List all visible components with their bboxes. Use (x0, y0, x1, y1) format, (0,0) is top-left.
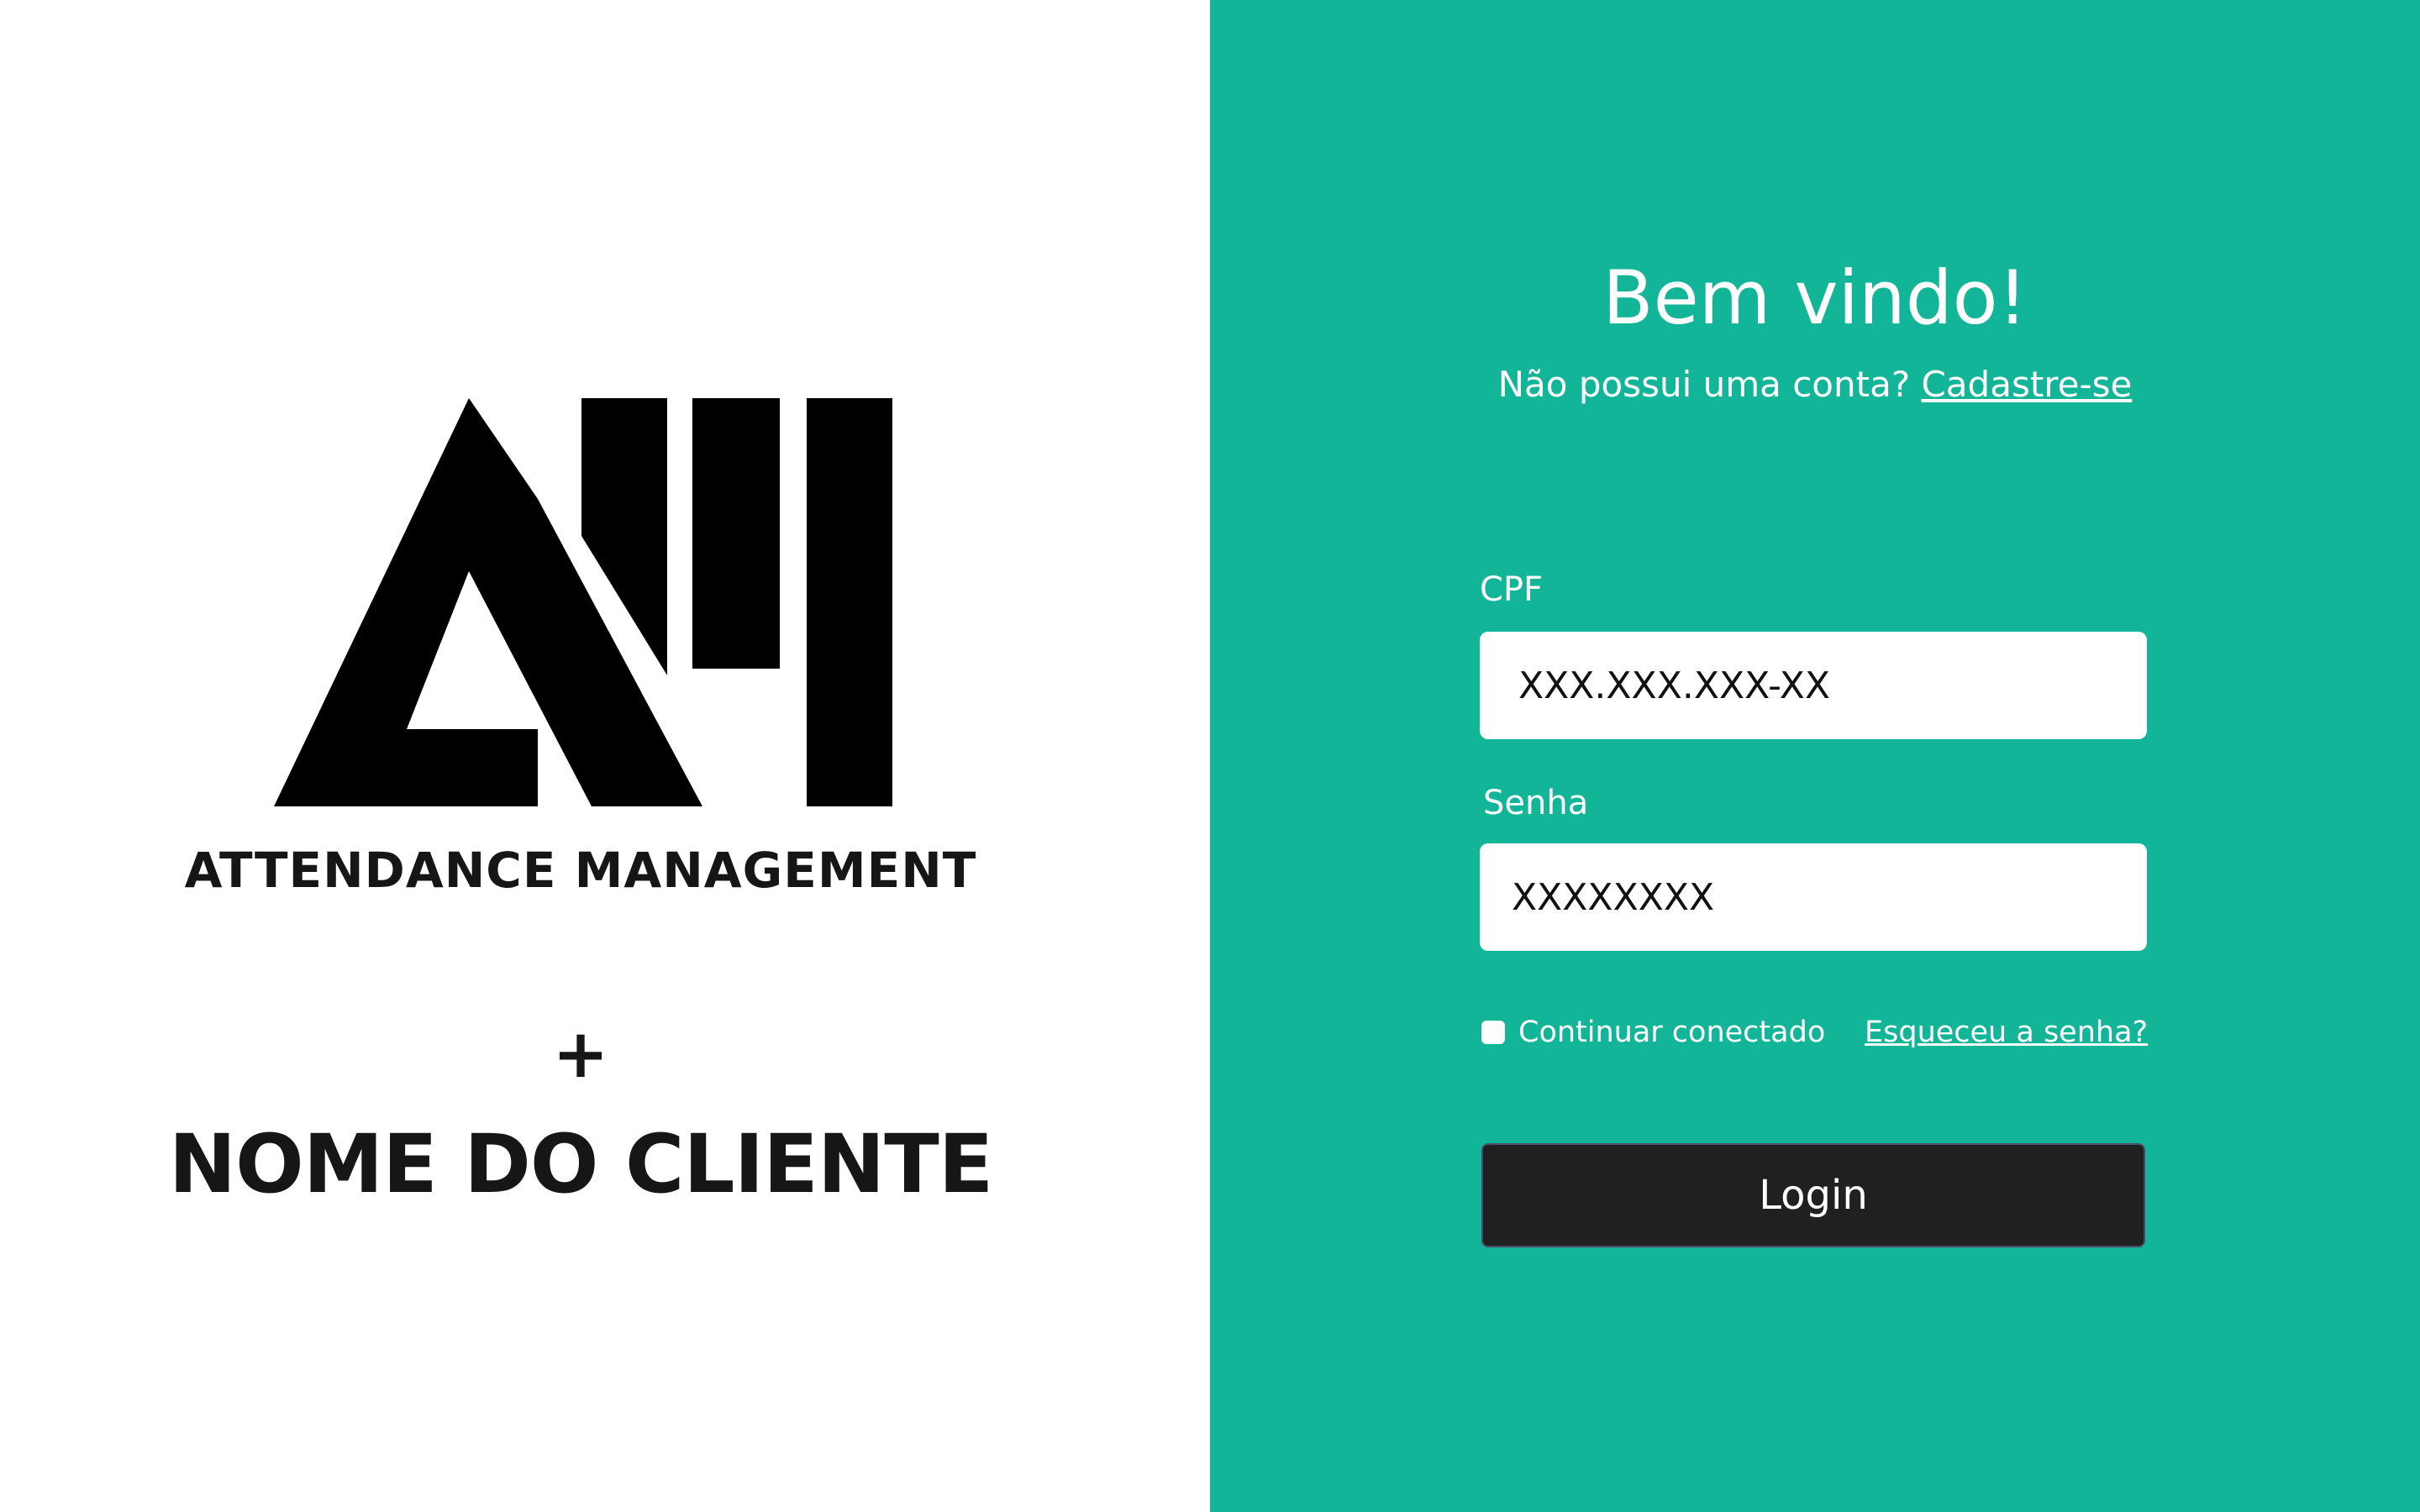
client-name: NOME DO CLIENTE (168, 1117, 994, 1211)
login-panel: Bem vindo! Não possui uma conta? Cadastr… (1210, 0, 2420, 1512)
login-button[interactable]: Login (1481, 1143, 2145, 1247)
brand-panel: ATTENDANCE MANAGEMENT + NOME DO CLIENTE (0, 0, 1210, 1512)
brand-tagline: ATTENDANCE MANAGEMENT (184, 842, 977, 899)
password-input[interactable] (1480, 843, 2147, 951)
login-options: Continuar conectado Esqueceu a senha? (1480, 1011, 2148, 1053)
login-page: ATTENDANCE MANAGEMENT + NOME DO CLIENTE … (0, 0, 2420, 1512)
signup-link[interactable]: Cadastre-se (1921, 364, 2132, 405)
remember-me-checkbox[interactable] (1481, 1021, 1505, 1044)
signup-prompt: Não possui uma conta? Cadastre-se (1210, 361, 2420, 408)
plus-sign: + (552, 1015, 609, 1093)
cpf-input[interactable] (1480, 632, 2147, 739)
am-logo-icon (274, 398, 892, 806)
signup-prompt-text: Não possui uma conta? (1497, 364, 1911, 405)
cpf-label: CPF (1480, 570, 1544, 609)
forgot-password-link[interactable]: Esqueceu a senha? (1865, 1011, 2148, 1053)
remember-me-label: Continuar conectado (1518, 1016, 1826, 1049)
remember-me-toggle[interactable]: Continuar conectado (1481, 1011, 1825, 1053)
welcome-title: Bem vindo! (1602, 255, 2028, 341)
password-label: Senha (1483, 784, 1589, 822)
